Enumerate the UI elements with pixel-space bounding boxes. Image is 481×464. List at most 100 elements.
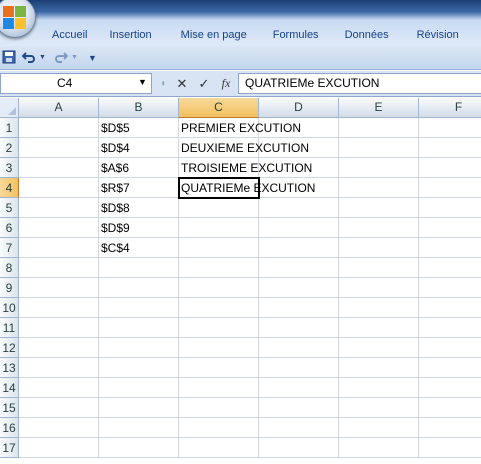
undo-icon[interactable]: [21, 50, 36, 66]
cell-f3[interactable]: [419, 158, 481, 178]
cell-a13[interactable]: [19, 358, 99, 378]
cell-c5[interactable]: [179, 198, 259, 218]
row-header-6[interactable]: 6: [0, 218, 19, 238]
cell-c3[interactable]: TROISIEME EXCUTION: [179, 158, 312, 178]
tab-donnees[interactable]: Données: [331, 24, 401, 46]
row-header-17[interactable]: 17: [0, 438, 19, 458]
cell-b17[interactable]: [99, 438, 179, 458]
cell-b4[interactable]: $R$7: [99, 178, 179, 198]
cell-a12[interactable]: [19, 338, 99, 358]
cell-f2[interactable]: [419, 138, 481, 158]
row-header-7[interactable]: 7: [0, 238, 19, 258]
column-header-b[interactable]: B: [99, 98, 179, 118]
row-header-16[interactable]: 16: [0, 418, 19, 438]
row-header-2[interactable]: 2: [0, 138, 19, 158]
cell-a4[interactable]: [19, 178, 99, 198]
cell-d12[interactable]: [259, 338, 339, 358]
cell-f12[interactable]: [419, 338, 481, 358]
chevron-down-icon[interactable]: ▼: [138, 76, 147, 88]
cancel-icon[interactable]: ✕: [173, 74, 191, 93]
cell-b7[interactable]: $C$4: [99, 238, 179, 258]
cell-f16[interactable]: [419, 418, 481, 438]
tab-insertion[interactable]: Insertion: [99, 24, 163, 46]
cell-d15[interactable]: [259, 398, 339, 418]
cell-d1[interactable]: [259, 118, 339, 138]
column-header-c[interactable]: C: [179, 98, 259, 118]
cell-e7[interactable]: [339, 238, 419, 258]
cell-f1[interactable]: [419, 118, 481, 138]
cell-a7[interactable]: [19, 238, 99, 258]
cell-d11[interactable]: [259, 318, 339, 338]
customize-qat-icon[interactable]: ▼: [88, 50, 97, 66]
tab-formules[interactable]: Formules: [259, 24, 331, 46]
cell-f14[interactable]: [419, 378, 481, 398]
cell-a9[interactable]: [19, 278, 99, 298]
cell-e1[interactable]: [339, 118, 419, 138]
cell-d7[interactable]: [259, 238, 339, 258]
cell-e12[interactable]: [339, 338, 419, 358]
cell-b5[interactable]: $D$8: [99, 198, 179, 218]
cell-e8[interactable]: [339, 258, 419, 278]
cell-d9[interactable]: [259, 278, 339, 298]
column-header-f[interactable]: F: [419, 98, 481, 118]
tab-mise-en-page[interactable]: Mise en page: [164, 24, 259, 46]
cell-c13[interactable]: [179, 358, 259, 378]
cell-b9[interactable]: [99, 278, 179, 298]
cell-f5[interactable]: [419, 198, 481, 218]
cell-a3[interactable]: [19, 158, 99, 178]
column-header-a[interactable]: A: [19, 98, 99, 118]
cell-f17[interactable]: [419, 438, 481, 458]
cell-c15[interactable]: [179, 398, 259, 418]
cell-e10[interactable]: [339, 298, 419, 318]
row-header-11[interactable]: 11: [0, 318, 19, 338]
tab-accueil[interactable]: Accueil: [40, 24, 99, 46]
cell-c11[interactable]: [179, 318, 259, 338]
cell-e6[interactable]: [339, 218, 419, 238]
cell-a15[interactable]: [19, 398, 99, 418]
cell-e5[interactable]: [339, 198, 419, 218]
cell-b2[interactable]: $D$4: [99, 138, 179, 158]
cell-e15[interactable]: [339, 398, 419, 418]
cell-b1[interactable]: $D$5: [99, 118, 179, 138]
cell-a2[interactable]: [19, 138, 99, 158]
cell-e14[interactable]: [339, 378, 419, 398]
redo-icon[interactable]: [54, 50, 69, 66]
cell-c6[interactable]: [179, 218, 259, 238]
cell-c7[interactable]: [179, 238, 259, 258]
cell-e17[interactable]: [339, 438, 419, 458]
cell-b14[interactable]: [99, 378, 179, 398]
cell-b3[interactable]: $A$6: [99, 158, 179, 178]
cell-a8[interactable]: [19, 258, 99, 278]
row-header-4[interactable]: 4: [0, 178, 19, 198]
cell-d16[interactable]: [259, 418, 339, 438]
cell-c12[interactable]: [179, 338, 259, 358]
cell-e3[interactable]: [339, 158, 419, 178]
row-header-14[interactable]: 14: [0, 378, 19, 398]
cell-a6[interactable]: [19, 218, 99, 238]
cell-e11[interactable]: [339, 318, 419, 338]
row-header-5[interactable]: 5: [0, 198, 19, 218]
cell-a14[interactable]: [19, 378, 99, 398]
cell-c10[interactable]: [179, 298, 259, 318]
office-button[interactable]: [0, 0, 36, 38]
cell-c4[interactable]: QUATRIEMe EXCUTION: [178, 177, 315, 199]
cell-e16[interactable]: [339, 418, 419, 438]
row-header-13[interactable]: 13: [0, 358, 19, 378]
cell-f11[interactable]: [419, 318, 481, 338]
cell-f8[interactable]: [419, 258, 481, 278]
row-header-12[interactable]: 12: [0, 338, 19, 358]
cell-e4[interactable]: [339, 178, 419, 198]
cell-d6[interactable]: [259, 218, 339, 238]
cell-e2[interactable]: [339, 138, 419, 158]
cell-d5[interactable]: [259, 198, 339, 218]
cell-e9[interactable]: [339, 278, 419, 298]
cell-c17[interactable]: [179, 438, 259, 458]
cell-b11[interactable]: [99, 318, 179, 338]
cell-d14[interactable]: [259, 378, 339, 398]
cell-a11[interactable]: [19, 318, 99, 338]
cell-d10[interactable]: [259, 298, 339, 318]
name-box[interactable]: C4: [0, 73, 152, 94]
cell-d3[interactable]: [259, 158, 339, 178]
undo-dropdown-icon[interactable]: ▼: [39, 50, 46, 66]
cell-f13[interactable]: [419, 358, 481, 378]
